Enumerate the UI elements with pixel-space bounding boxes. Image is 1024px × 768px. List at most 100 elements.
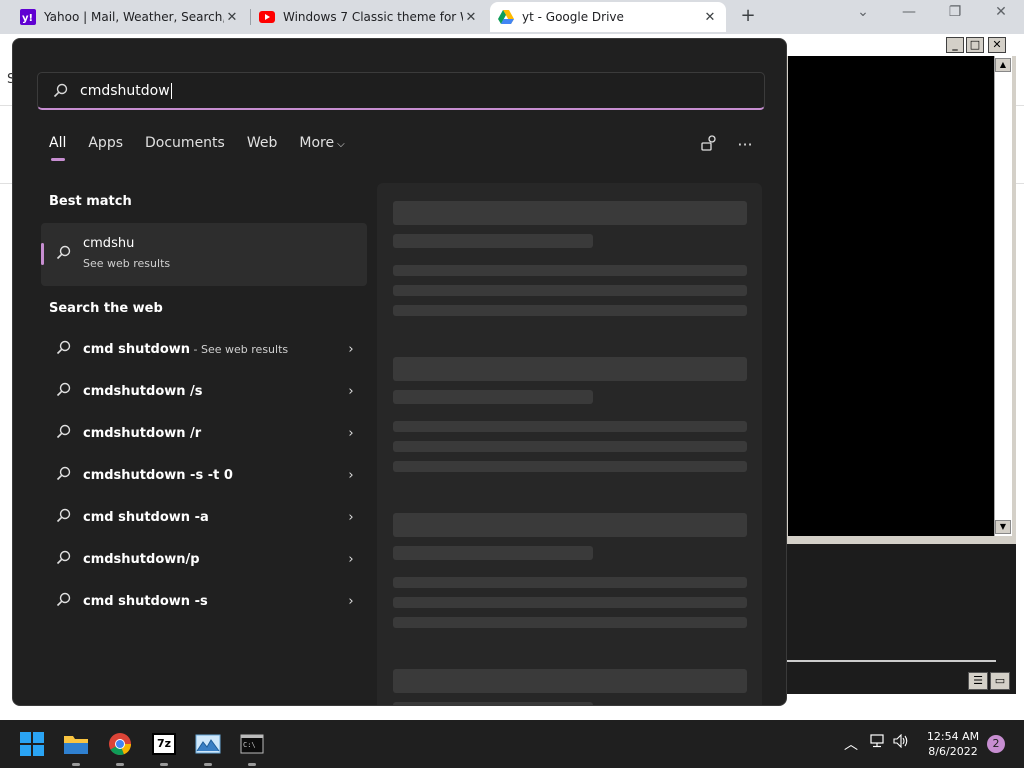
chevron-right-icon[interactable]: › <box>341 342 361 357</box>
skeleton-line <box>393 357 747 381</box>
7zip-button[interactable]: 7z <box>148 728 180 766</box>
best-match-item[interactable]: cmdshu See web results <box>41 223 367 286</box>
web-result-query: cmd shutdown -s <box>83 593 208 609</box>
chevron-right-icon[interactable]: › <box>341 510 361 525</box>
classic-maximize-button[interactable]: □ <box>966 37 984 53</box>
skeleton-line <box>393 305 747 316</box>
web-result-hint: - See web results <box>190 342 289 356</box>
tab-youtube[interactable]: Windows 7 Classic theme for Windows ✕ <box>251 2 487 32</box>
notification-badge[interactable]: 2 <box>987 735 1005 753</box>
chevron-right-icon[interactable]: › <box>341 384 361 399</box>
window-view-icon[interactable]: ▭ <box>990 672 1010 690</box>
web-result-text: cmd shutdown - See web results <box>83 342 341 357</box>
close-tab-icon[interactable]: ✕ <box>463 10 479 25</box>
chevron-right-icon[interactable]: › <box>341 552 361 567</box>
network-icon[interactable] <box>868 734 888 752</box>
tab-yahoo[interactable]: y! Yahoo | Mail, Weather, Search, Politi… <box>12 2 248 32</box>
account-switch-icon[interactable] <box>698 134 720 156</box>
web-result-item[interactable]: cmd shutdown -a › <box>41 499 367 535</box>
chrome-icon <box>109 733 132 756</box>
clock[interactable]: 12:54 AM 8/6/2022 <box>918 729 988 759</box>
skeleton-line <box>393 702 593 705</box>
search-icon <box>52 83 68 99</box>
tab-apps[interactable]: Apps <box>88 135 123 157</box>
skeleton-line <box>393 597 747 608</box>
minimize-icon[interactable]: — <box>894 4 924 20</box>
preview-pane <box>377 183 762 705</box>
web-result-text: cmdshutdown /s <box>83 384 341 399</box>
chevron-right-icon[interactable]: › <box>341 468 361 483</box>
skeleton-line <box>393 546 593 560</box>
web-result-query: cmdshutdown -s -t 0 <box>83 467 233 483</box>
close-tab-icon[interactable]: ✕ <box>224 10 240 25</box>
text-caret <box>170 82 172 99</box>
command-prompt-icon: C:\ <box>240 734 264 754</box>
start-icon <box>20 732 44 756</box>
search-icon <box>55 382 71 401</box>
running-indicator <box>248 763 256 766</box>
web-result-text: cmd shutdown -s <box>83 594 341 609</box>
tab-search-icon[interactable]: ⌄ <box>848 4 878 20</box>
scroll-up-icon[interactable]: ▲ <box>995 58 1011 72</box>
clock-time: 12:54 AM <box>926 730 980 743</box>
file-explorer-button[interactable] <box>60 728 92 766</box>
classic-titlebar: _ □ ✕ <box>786 34 1016 56</box>
classic-minimize-button[interactable]: _ <box>946 37 964 53</box>
tab-documents[interactable]: Documents <box>145 135 225 157</box>
browser-tab-bar: y! Yahoo | Mail, Weather, Search, Politi… <box>0 0 1024 34</box>
tab-label: All <box>49 135 67 151</box>
list-view-icon[interactable]: ☰ <box>968 672 988 690</box>
tab-more[interactable]: More ⌵ <box>299 135 344 157</box>
vertical-scrollbar[interactable]: ▲ ▼ <box>994 56 1012 536</box>
yahoo-icon: y! <box>20 9 36 25</box>
search-icon <box>55 340 71 359</box>
web-result-item[interactable]: cmd shutdown - See web results › <box>41 331 367 367</box>
close-window-icon[interactable]: ✕ <box>986 4 1016 20</box>
7zip-icon: 7z <box>152 733 176 755</box>
start-button[interactable] <box>16 728 48 760</box>
search-icon <box>55 592 71 611</box>
search-icon <box>55 550 71 569</box>
skeleton-line <box>393 421 747 432</box>
web-result-query: cmd shutdown <box>83 341 191 357</box>
more-options-icon[interactable]: ··· <box>734 134 756 156</box>
search-input[interactable]: cmdshutdow <box>37 72 765 110</box>
close-tab-icon[interactable]: ✕ <box>702 10 718 25</box>
web-result-text: cmdshutdown/p <box>83 552 341 567</box>
search-icon <box>55 245 71 261</box>
tab-label: Apps <box>88 135 124 151</box>
tab-all[interactable]: All <box>49 135 67 161</box>
web-result-item[interactable]: cmdshutdown /s › <box>41 373 367 409</box>
web-result-item[interactable]: cmdshutdown /r › <box>41 415 367 451</box>
skeleton-line <box>393 669 747 693</box>
new-tab-button[interactable]: + <box>738 6 758 26</box>
search-query: cmdshutdow <box>80 82 170 99</box>
photos-button[interactable] <box>192 728 224 766</box>
restore-icon[interactable]: ❐ <box>940 4 970 20</box>
skeleton-line <box>393 234 593 248</box>
search-icon <box>55 466 71 485</box>
svg-text:y!: y! <box>22 13 33 24</box>
horizontal-scrollbar[interactable] <box>786 660 996 662</box>
youtube-icon <box>259 9 275 25</box>
volume-icon[interactable] <box>892 733 912 752</box>
chrome-button[interactable] <box>104 728 136 766</box>
chevron-right-icon[interactable]: › <box>341 426 361 441</box>
command-prompt-button[interactable]: C:\ <box>236 728 268 766</box>
chevron-down-icon: ⌵ <box>337 139 345 150</box>
tab-title: Yahoo | Mail, Weather, Search, Politics,… <box>44 10 224 24</box>
classic-close-button[interactable]: ✕ <box>988 37 1006 53</box>
running-indicator <box>116 763 124 766</box>
search-icon <box>55 508 71 527</box>
tab-web[interactable]: Web <box>247 135 278 157</box>
web-result-item[interactable]: cmd shutdown -s › <box>41 583 367 619</box>
tab-google-drive[interactable]: yt - Google Drive ✕ <box>490 2 726 32</box>
chevron-up-icon[interactable]: ︿ <box>841 734 861 754</box>
start-search-panel: cmdshutdow All Apps Documents Web More ⌵ … <box>12 38 787 706</box>
best-match-heading: Best match <box>49 194 132 209</box>
search-web-heading: Search the web <box>49 301 163 316</box>
web-result-item[interactable]: cmdshutdown/p › <box>41 541 367 577</box>
scroll-down-icon[interactable]: ▼ <box>995 520 1011 534</box>
web-result-item[interactable]: cmdshutdown -s -t 0 › <box>41 457 367 493</box>
chevron-right-icon[interactable]: › <box>341 594 361 609</box>
